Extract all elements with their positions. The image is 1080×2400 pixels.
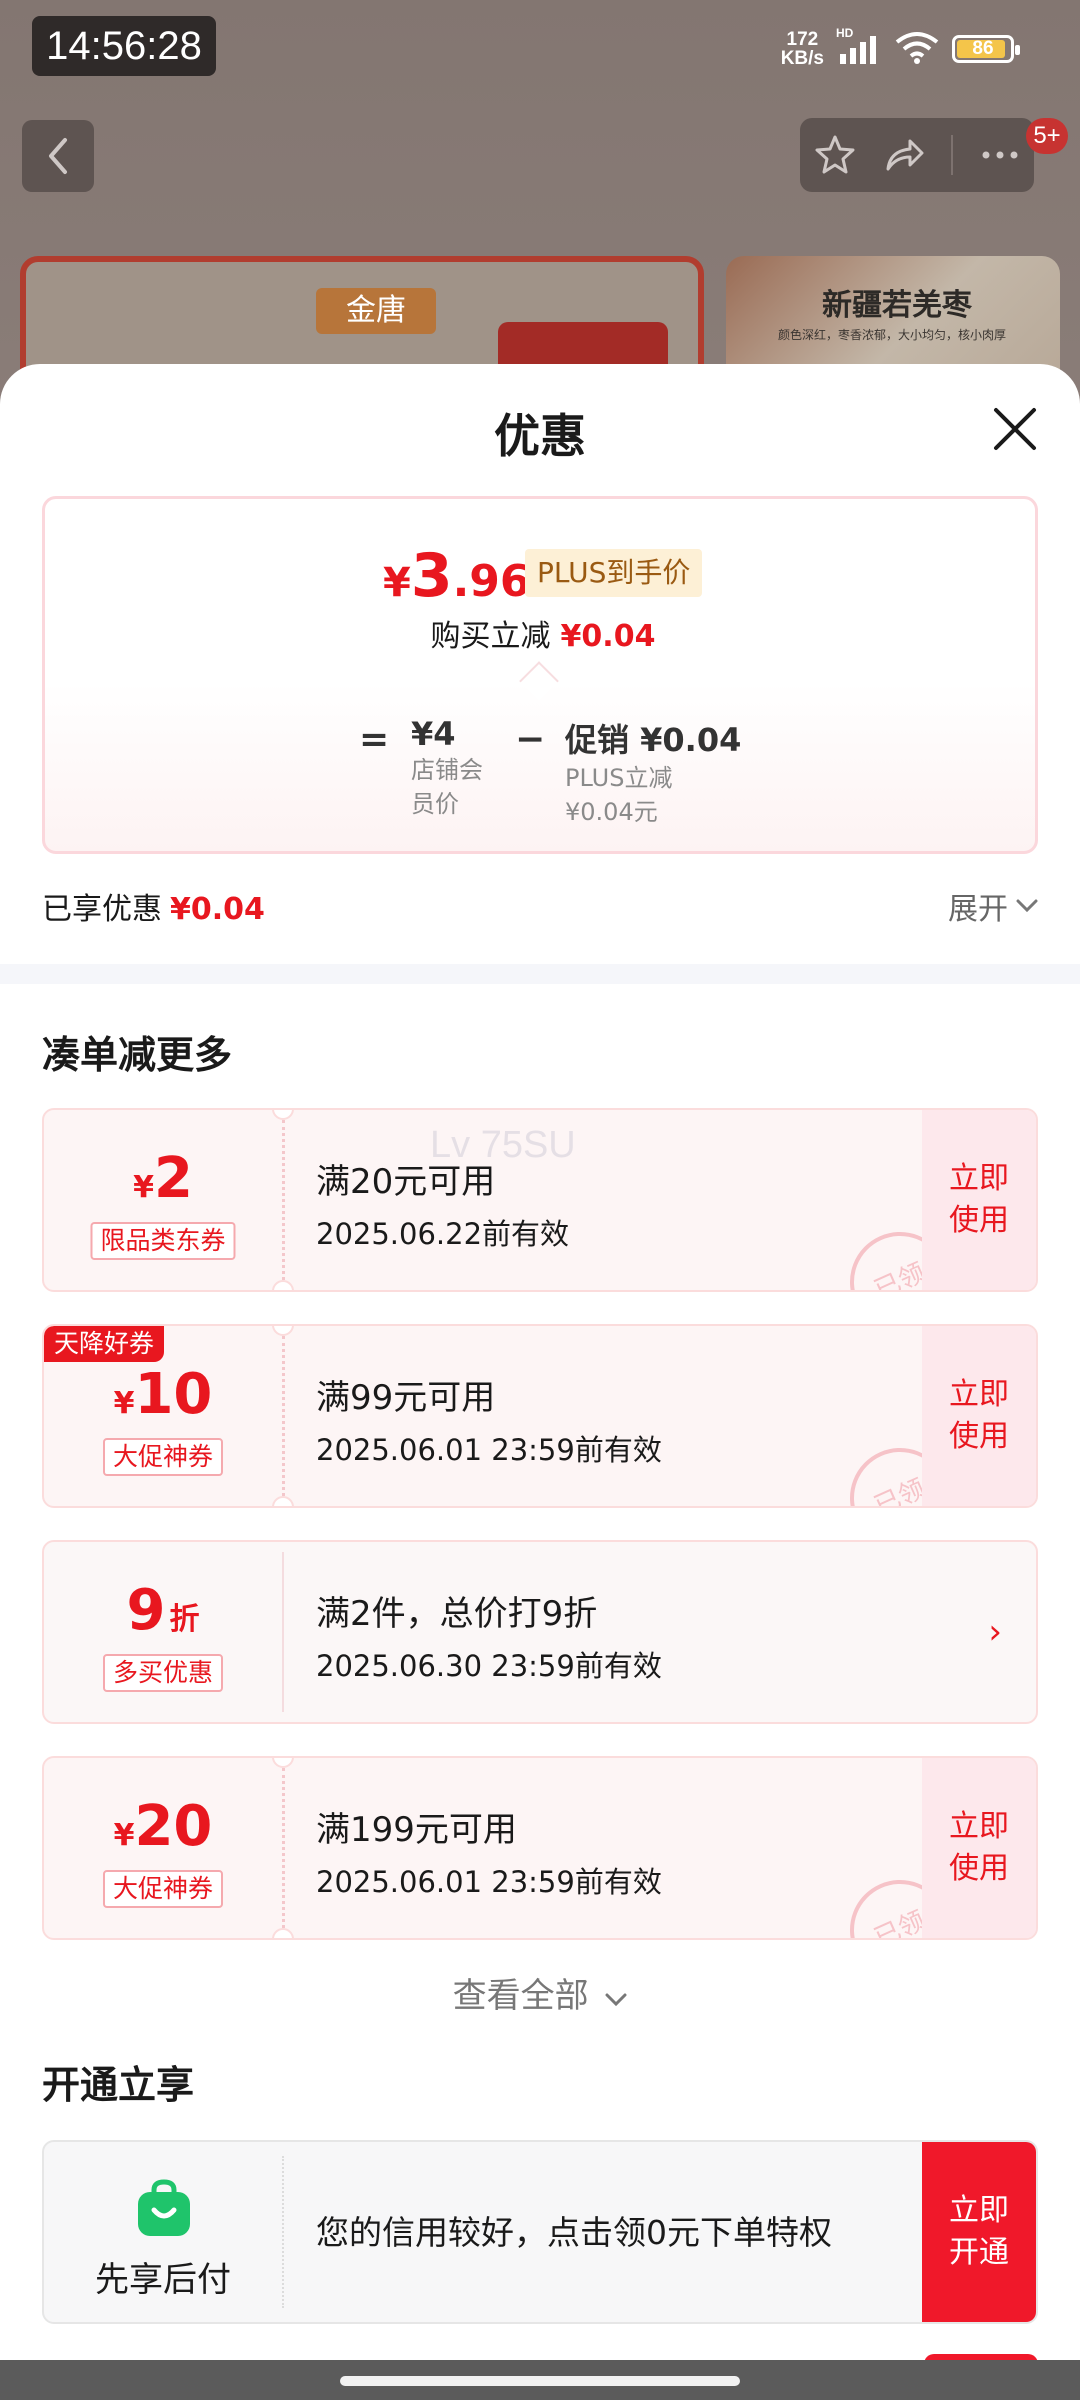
status-time: 14:56:28 <box>32 16 216 76</box>
equals-sign: = <box>359 719 390 760</box>
system-nav-bar <box>0 2360 1080 2400</box>
coupon-validity: 2025.06.22前有效 <box>316 1217 570 1251</box>
net-speed: 172 KB/s <box>780 29 824 69</box>
enjoyed-discount: 已享优惠 ¥0.04 <box>42 892 265 927</box>
activate-button[interactable]: 立即开通 <box>922 2142 1036 2322</box>
chevron-down-icon <box>605 1993 627 2007</box>
coupon-card[interactable]: ¥10 大促神券 天降好券 满99元可用 2025.06.01 23:59前有效… <box>42 1324 1038 1508</box>
price-summary: ¥ 3 .96 PLUS到手价 购买立减 ¥0.04 = ¥4 店铺会员价 − 促… <box>42 496 1038 854</box>
coupon-type: 多买优惠 <box>102 1654 224 1692</box>
chevron-right-icon[interactable]: › <box>988 1612 1002 1652</box>
home-indicator[interactable] <box>340 2376 740 2386</box>
section-title-open: 开通立享 <box>42 2063 195 2107</box>
coupon-condition: 满2件，总价打9折 <box>316 1594 598 1634</box>
section-title-more: 凑单减更多 <box>42 1033 233 1077</box>
coupon-condition: 满199元可用 <box>316 1810 517 1850</box>
more-icon[interactable] <box>978 133 1022 177</box>
pay-later-card[interactable]: 先享后付 您的信用较好，点击领0元下单特权 立即开通 <box>42 2140 1038 2324</box>
coupon-amount: ¥10 <box>113 1362 213 1427</box>
coupon-type: 大促神券 <box>102 1870 224 1908</box>
coupon-amount: ¥20 <box>113 1794 213 1859</box>
pay-later-text: 您的信用较好，点击领0元下单特权 <box>316 2213 832 2252</box>
promo-right-subtitle: 颜色深红，枣香浓郁，大小均匀，核小肉厚 <box>778 328 1007 342</box>
member-price: ¥4 店铺会员价 <box>411 715 483 818</box>
coupon-type: 限品类东券 <box>90 1222 236 1260</box>
coupon-validity: 2025.06.30 23:59前有效 <box>316 1649 662 1683</box>
discount-sheet: 优惠 ¥ 3 .96 PLUS到手价 购买立减 ¥0.04 = ¥4 店铺会员价 … <box>0 364 1080 2360</box>
message-badge: 5+ <box>1026 118 1068 154</box>
see-all-button[interactable]: 查看全部 <box>0 1968 1080 2017</box>
expand-button[interactable]: 展开 <box>948 884 1038 928</box>
use-now-button[interactable]: 立即使用 <box>922 1326 1036 1506</box>
header-actions <box>800 118 1034 192</box>
sheet-title: 优惠 <box>494 409 586 463</box>
battery-icon: 86 <box>952 35 1020 63</box>
instant-discount-line: 购买立减 ¥0.04 <box>430 619 656 654</box>
promo-discount: 促销 ¥0.04 PLUS立减 ¥0.04元 <box>565 721 742 826</box>
plus-price-tag: PLUS到手价 <box>525 549 703 597</box>
price-breakdown: = ¥4 店铺会员价 − 促销 ¥0.04 PLUS立减 ¥0.04元 <box>45 715 1041 845</box>
minus-sign: − <box>515 719 546 760</box>
watermark: Lv 75SU <box>430 1124 576 1166</box>
coupon-ribbon: 天降好券 <box>44 1326 165 1362</box>
promo-right-title: 新疆若羌枣 <box>822 288 972 323</box>
status-icons: 172 KB/s HD 86 <box>780 26 1020 72</box>
star-icon[interactable] <box>813 133 857 177</box>
wifi-icon <box>894 30 940 68</box>
pay-later-label: 先享后付 <box>95 2260 231 2300</box>
chevron-down-icon <box>1016 899 1038 913</box>
coupon-type: 大促神券 <box>102 1438 224 1476</box>
section-divider <box>0 964 1080 984</box>
coupon-amount: ¥2 <box>133 1146 193 1211</box>
background-page: 14:56:28 172 KB/s HD 86 5+ 金唐 新疆若羌枣 颜色深红… <box>0 0 1080 436</box>
final-price: ¥ 3 .96 <box>383 541 531 611</box>
coupon-validity: 2025.06.01 23:59前有效 <box>316 1865 662 1899</box>
use-now-button[interactable]: 立即使用 <box>922 1110 1036 1290</box>
close-icon[interactable] <box>988 402 1042 456</box>
caret-up-icon <box>519 661 559 701</box>
chevron-left-icon <box>49 138 67 174</box>
signal-icon: HD <box>836 26 882 66</box>
share-icon[interactable] <box>882 133 926 177</box>
coupon-amount: 9折 <box>126 1578 200 1643</box>
coupon-validity: 2025.06.01 23:59前有效 <box>316 1433 662 1467</box>
coupon-card[interactable]: 9折 多买优惠 满2件，总价打9折 2025.06.30 23:59前有效 › <box>42 1540 1038 1724</box>
coupon-card[interactable]: ¥20 大促神券 满199元可用 2025.06.01 23:59前有效 已领 … <box>42 1756 1038 1940</box>
back-button[interactable] <box>22 120 94 192</box>
use-now-button[interactable]: 立即使用 <box>922 1758 1036 1938</box>
coupon-condition: 满99元可用 <box>316 1378 496 1418</box>
status-bar: 14:56:28 172 KB/s HD 86 <box>0 0 1080 100</box>
brand-tag: 金唐 <box>316 288 436 334</box>
shopping-bag-icon <box>138 2179 190 2236</box>
